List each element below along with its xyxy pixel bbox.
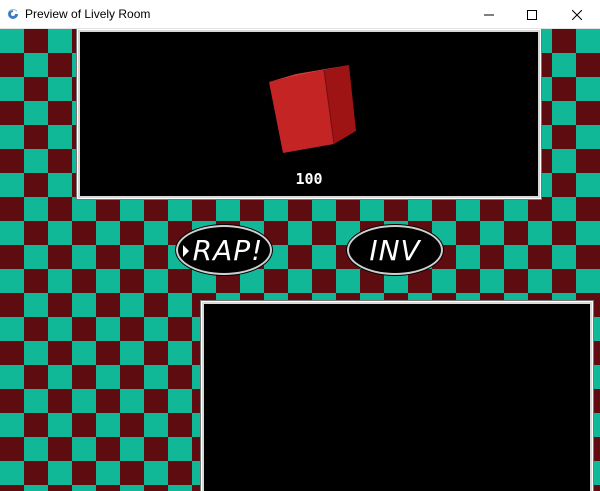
rap-button[interactable]: RAP! — [176, 225, 272, 275]
maximize-button[interactable] — [509, 0, 555, 29]
rap-button-label: RAP! — [192, 233, 264, 267]
minimize-button[interactable] — [466, 0, 512, 29]
close-button[interactable] — [554, 0, 600, 29]
display-panel: 100 — [80, 32, 538, 196]
close-icon — [572, 9, 582, 20]
app-icon — [8, 8, 18, 19]
inventory-button[interactable]: INV — [347, 225, 443, 275]
red-cube — [269, 65, 356, 153]
minimize-icon — [484, 14, 494, 15]
window-title-bar[interactable]: Preview of Lively Room — [0, 0, 600, 29]
inventory-button-label: INV — [369, 233, 421, 267]
score-counter: 100 — [295, 170, 323, 188]
maximize-icon — [527, 9, 537, 20]
game-canvas[interactable]: 100 RAP! INV — [0, 29, 600, 491]
message-panel — [204, 304, 590, 491]
window-title: Preview of Lively Room — [25, 7, 151, 21]
